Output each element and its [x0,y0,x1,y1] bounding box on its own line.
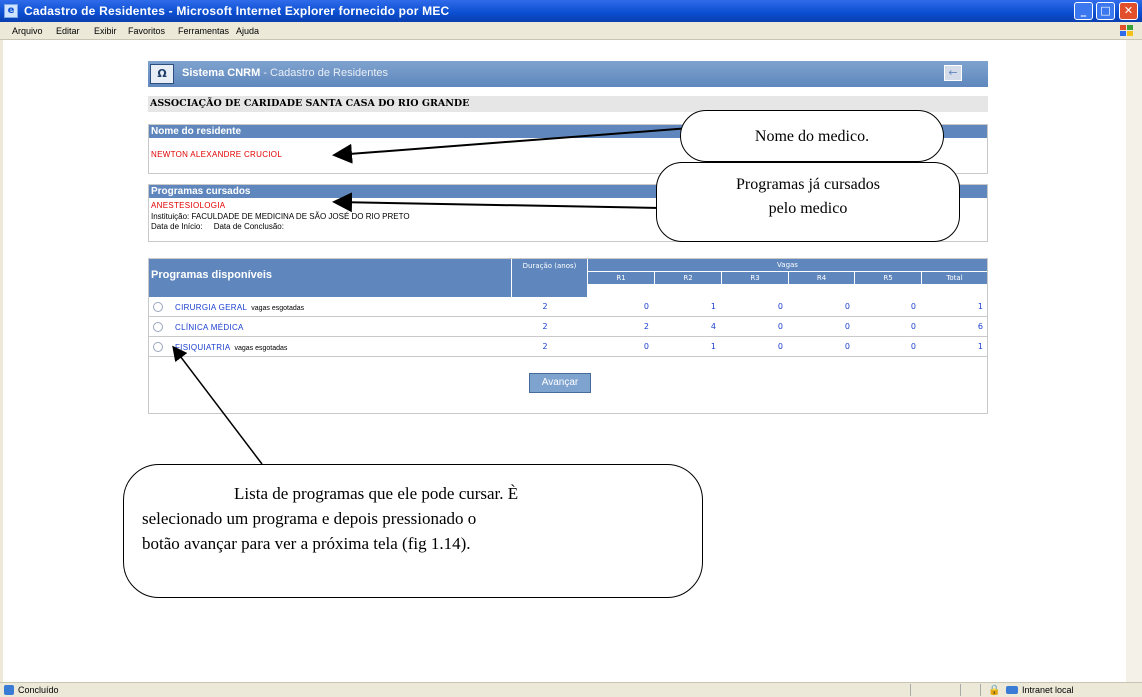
security-zone-text: Intranet local [1022,685,1074,695]
col-r4-header: R4 [788,272,854,284]
program-row: CIRURGIA GERAL vagas esgotadas 2 0 1 0 0 … [149,297,987,317]
vagas-r1: 2 [643,322,649,331]
program-note: vagas esgotadas [251,305,305,312]
close-icon[interactable]: ✕ [1119,2,1138,20]
resident-name: NEWTON ALEXANDRE CRUCIOL [151,150,283,159]
program-note: vagas esgotadas [234,345,288,352]
program-row: FISIQUIATRIA vagas esgotadas 2 0 1 0 0 0 … [149,337,987,357]
window-title: Cadastro de Residentes - Microsoft Inter… [24,4,450,18]
menu-bar: Arquivo Editar Exibir Favoritos Ferramen… [0,22,1142,40]
maximize-icon[interactable]: □ [1096,2,1115,20]
vagas-r3: 0 [777,302,783,311]
vagas-r4: 0 [844,342,850,351]
advance-button[interactable]: Avançar [529,373,591,393]
program-radio[interactable] [153,342,163,352]
cnrm-logo: Ω [150,64,174,84]
course-program: ANESTESIOLOGIA [151,201,226,210]
vagas-r1: 0 [643,302,649,311]
callout-list-line1: Lista de programas que ele pode cursar. … [234,484,519,503]
menu-arquivo[interactable]: Arquivo [12,26,43,36]
vagas-r5: 0 [910,342,916,351]
vagas-r5: 0 [910,302,916,311]
back-arrow-icon[interactable]: ← [944,65,962,81]
callout-courses-line2: pelo medico [768,200,848,217]
app-brand: Sistema CNRM [182,67,261,79]
callout-doctor-name: Nome do medico. [680,110,944,162]
callout-list-line3: botão avançar para ver a próxima tela (f… [142,534,471,553]
minimize-icon[interactable]: _ [1074,2,1093,20]
program-name[interactable]: FISIQUIATRIA [175,343,230,352]
vagas-r1: 0 [643,342,649,351]
app-subtitle: - Cadastro de Residentes [263,67,389,79]
col-r3-header: R3 [721,272,788,284]
vagas-header: Vagas [587,259,987,271]
vagas-total: 1 [977,342,983,351]
status-text: Concluído [18,685,59,695]
menu-ajuda[interactable]: Ajuda [236,26,259,36]
col-r2-header: R2 [654,272,721,284]
windows-logo-icon [1120,25,1133,36]
menu-ferramentas[interactable]: Ferramentas [178,26,229,36]
col-r5-header: R5 [854,272,921,284]
menu-favoritos[interactable]: Favoritos [128,26,165,36]
vagas-r2: 1 [710,302,716,311]
duration-header: Duração (anos) [511,259,587,297]
program-row: CLÍNICA MÉDICA 2 2 4 0 0 0 6 [149,317,987,337]
ie-icon: e [4,4,18,18]
available-programs-panel: Programas disponíveis Duração (anos) Vag… [148,258,988,414]
program-name[interactable]: CLÍNICA MÉDICA [175,323,244,332]
window-titlebar: e Cadastro de Residentes - Microsoft Int… [0,0,1142,22]
vagas-r3: 0 [777,322,783,331]
callout-courses-line1: Programas já cursados [736,176,880,193]
program-name[interactable]: CIRURGIA GERAL [175,303,247,312]
intranet-zone-icon [1006,686,1018,694]
vagas-r3: 0 [777,342,783,351]
app-header: Ω Sistema CNRM - Cadastro de Residentes … [148,61,988,87]
callout-list-line2: selecionado um programa e depois pressio… [142,509,477,528]
menu-editar[interactable]: Editar [56,26,80,36]
status-bar: Concluído 🔒 Intranet local [0,682,1142,697]
vagas-r2: 4 [710,322,716,331]
vagas-r4: 0 [844,302,850,311]
callout-program-list: Lista de programas que ele pode cursar. … [123,464,703,598]
lock-icon: 🔒 [988,685,1001,696]
program-duration: 2 [542,302,548,311]
program-radio[interactable] [153,322,163,332]
vagas-r2: 1 [710,342,716,351]
vagas-total: 1 [977,302,983,311]
vagas-r4: 0 [844,322,850,331]
callout-courses: Programas já cursados pelo medico [656,162,960,242]
course-institution: Instituição: FACULDADE DE MEDICINA DE SÃ… [151,212,410,221]
page-done-icon [4,685,14,695]
col-total-header: Total [921,272,987,284]
vagas-r5: 0 [910,322,916,331]
scrollbar[interactable] [1126,40,1142,682]
available-programs-title: Programas disponíveis [149,259,511,297]
program-duration: 2 [542,342,548,351]
program-duration: 2 [542,322,548,331]
course-dates: Data de Início: Data de Conclusão: [151,222,284,231]
vagas-total: 6 [977,322,983,331]
col-r1-header: R1 [587,272,654,284]
program-radio[interactable] [153,302,163,312]
menu-exibir[interactable]: Exibir [94,26,117,36]
